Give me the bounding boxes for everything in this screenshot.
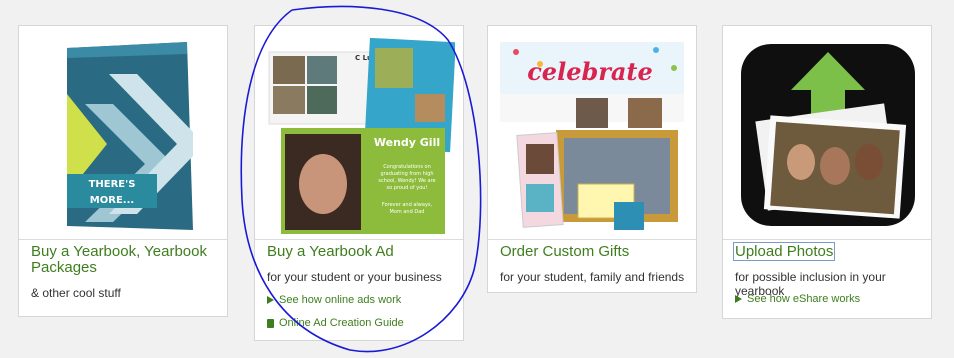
cover-text-line1: THERE'S (89, 179, 136, 190)
card-divider (19, 239, 227, 240)
ad-name: Wendy Gill (374, 136, 440, 149)
card-upload-photos[interactable]: Upload Photos for possible inclusion in … (722, 25, 932, 319)
card-buy-yearbook-ad[interactable]: C Lunch Crew Wendy Gill Congratulations … (254, 25, 464, 341)
document-icon (267, 318, 274, 328)
yearbook-ad-image[interactable]: C Lunch Crew Wendy Gill Congratulations … (263, 34, 455, 234)
svg-text:Congratulations on: Congratulations on (383, 164, 431, 170)
yearbook-cover-image[interactable]: THERE'S MORE... (27, 34, 219, 234)
svg-text:Mom and Dad: Mom and Dad (390, 209, 425, 215)
link-label: Online Ad Creation Guide (279, 317, 404, 329)
celebrate-banner: celebrate (527, 57, 653, 86)
link-label: See how online ads work (279, 294, 402, 306)
card-title[interactable]: Buy a Yearbook, Yearbook Packages (31, 244, 219, 276)
play-arrow-icon (735, 295, 742, 303)
upload-photos-link[interactable]: Upload Photos (733, 242, 836, 261)
upload-photos-icon-image[interactable] (731, 34, 923, 234)
custom-gifts-image[interactable]: celebrate (496, 34, 688, 234)
card-buy-yearbook[interactable]: THERE'S MORE... Buy a Yearbook, Yearbook… (18, 25, 228, 317)
card-divider (255, 239, 463, 240)
card-title[interactable]: Buy a Yearbook Ad (267, 244, 455, 260)
svg-text:so proud of you!: so proud of you! (387, 185, 428, 191)
play-arrow-icon (267, 296, 274, 304)
link-label: See how eShare works (747, 293, 861, 305)
svg-text:graduating from high: graduating from high (380, 171, 433, 177)
see-how-eshare-works-link[interactable]: See how eShare works (735, 293, 860, 305)
card-title[interactable]: Upload Photos (733, 242, 923, 261)
svg-text:school, Wendy! We are: school, Wendy! We are (378, 178, 435, 184)
card-divider (723, 239, 931, 240)
cover-text-line2: MORE... (90, 195, 134, 206)
card-subtitle: & other cool stuff (31, 286, 121, 300)
svg-text:Forever and always,: Forever and always, (382, 202, 433, 208)
card-order-custom-gifts[interactable]: celebrate Order Custom Gifts for your st… (487, 25, 697, 293)
card-title[interactable]: Order Custom Gifts (500, 244, 688, 260)
see-how-online-ads-work-link[interactable]: See how online ads work (267, 294, 401, 306)
card-divider (488, 239, 696, 240)
card-subtitle: for your student or your business (267, 270, 442, 284)
online-ad-creation-guide-link[interactable]: Online Ad Creation Guide (267, 317, 404, 329)
card-subtitle: for your student, family and friends (500, 270, 685, 284)
